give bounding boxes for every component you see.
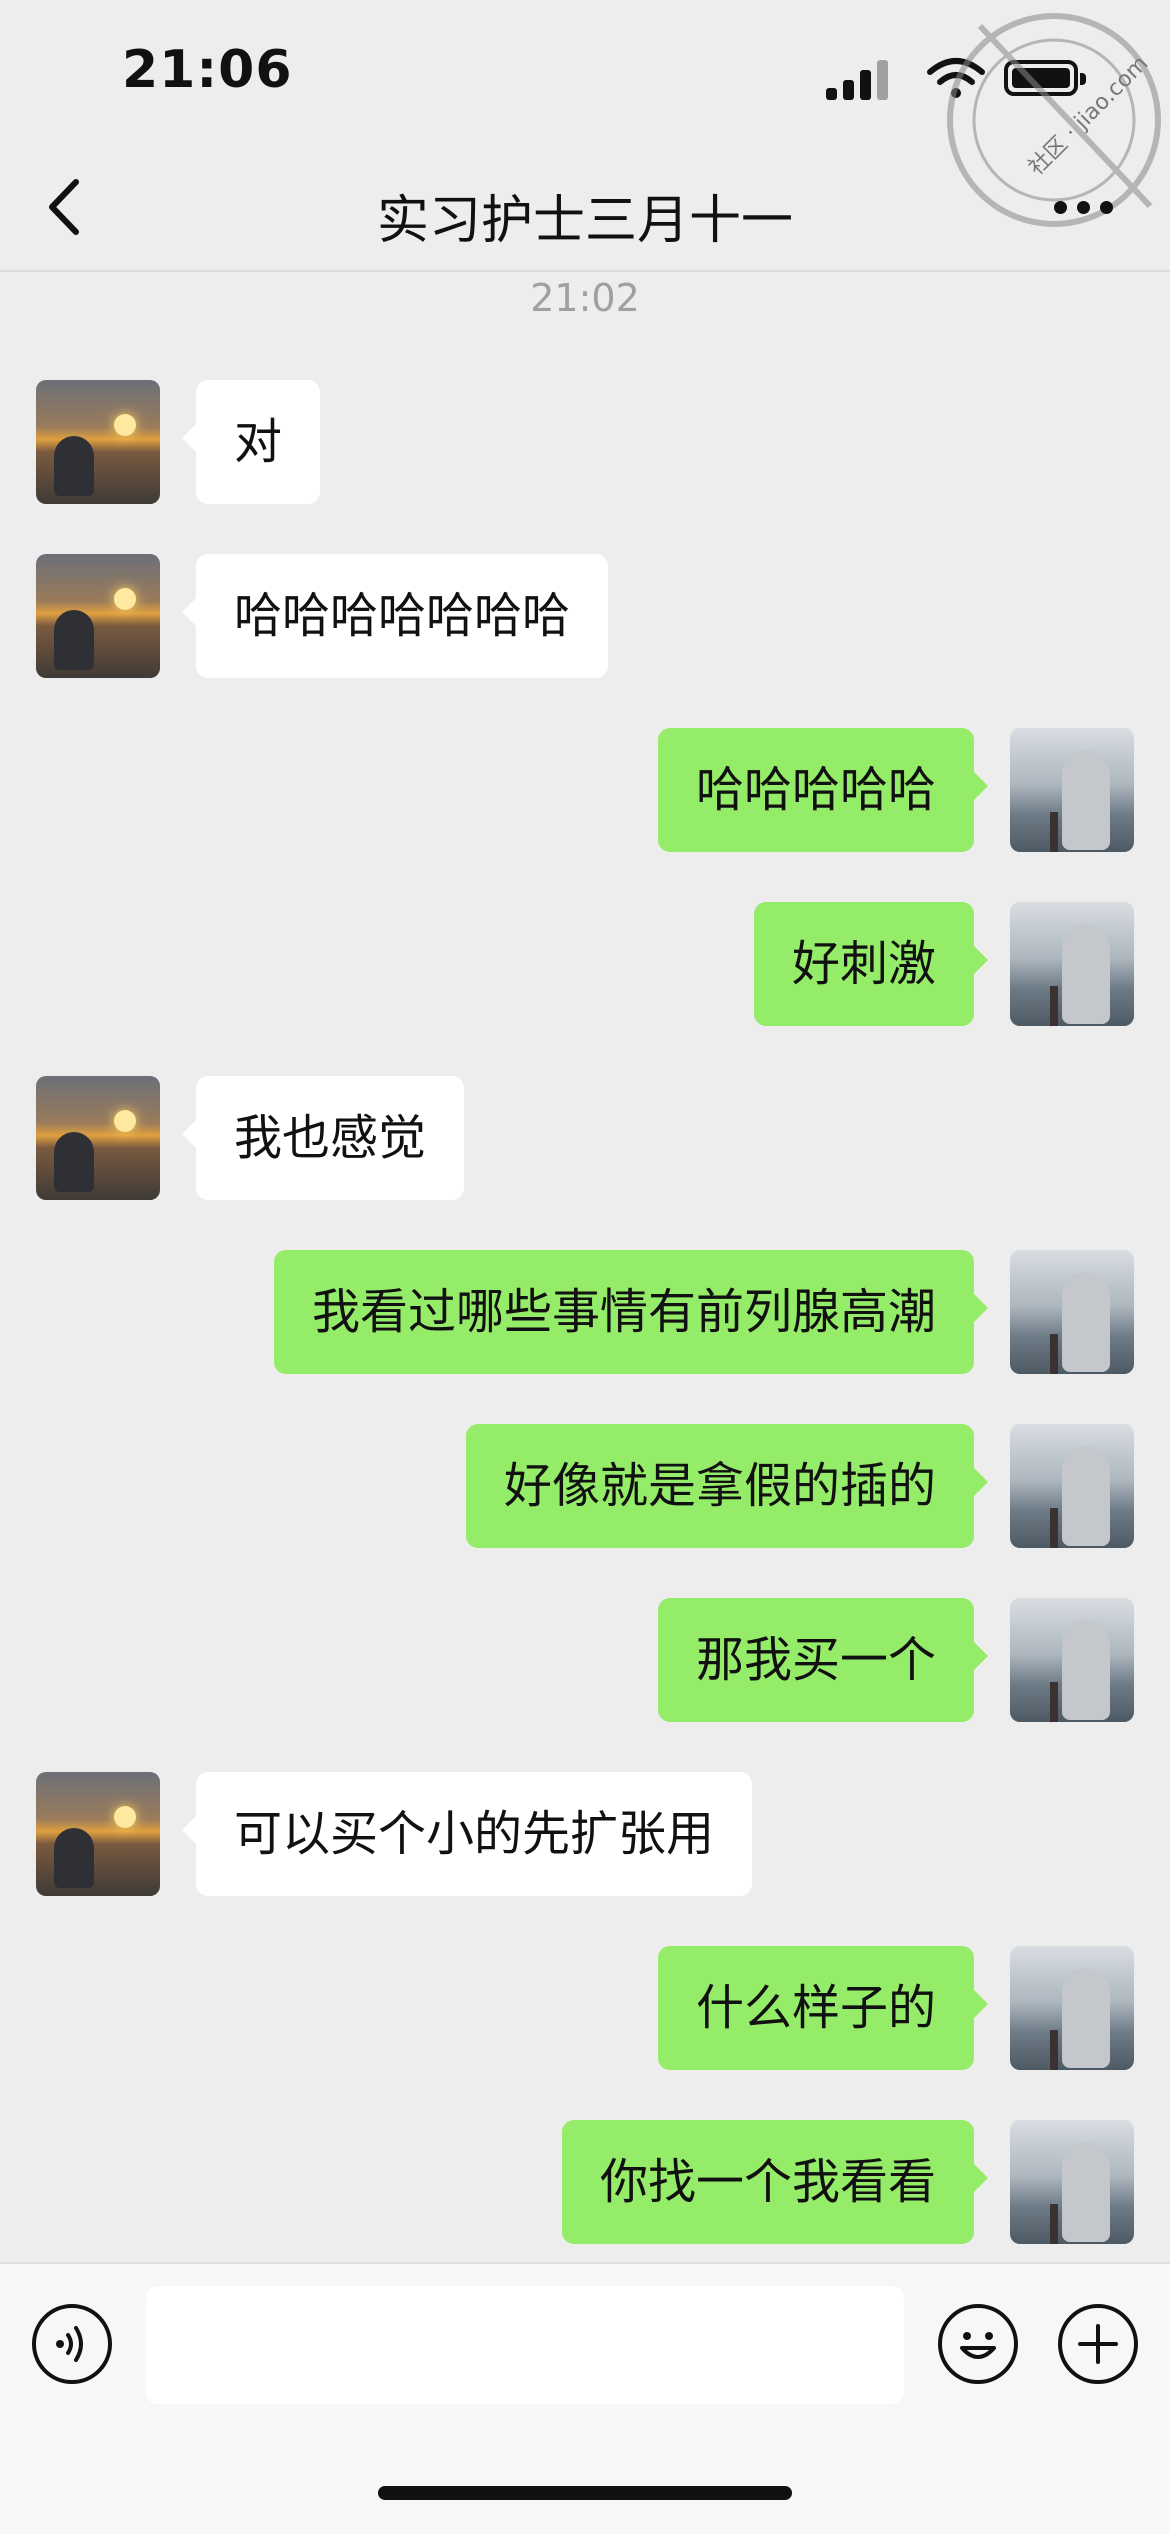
status-time: 21:06	[122, 40, 293, 100]
message-row: 好像就是拿假的插的	[0, 1424, 1170, 1548]
outgoing-message-bubble[interactable]: 哈哈哈哈哈	[657, 728, 989, 852]
outgoing-message-bubble[interactable]: 好像就是拿假的插的	[465, 1424, 989, 1548]
self-avatar[interactable]	[1010, 1250, 1134, 1374]
message-row: 什么样子的	[0, 1946, 1170, 2070]
outgoing-message-bubble[interactable]: 什么样子的	[657, 1946, 989, 2070]
chat-title: 实习护士三月十一	[376, 191, 793, 251]
self-avatar[interactable]	[1010, 902, 1134, 1026]
self-avatar[interactable]	[1010, 728, 1134, 852]
message-row: 那我买一个	[0, 1598, 1170, 1722]
outgoing-message-bubble[interactable]: 好刺激	[753, 902, 989, 1026]
message-row: 哈哈哈哈哈哈哈	[0, 554, 1170, 678]
incoming-message-bubble[interactable]: 对	[181, 380, 321, 504]
message-row: 你找一个我看看	[0, 2120, 1170, 2244]
message-row: 对	[0, 380, 1170, 504]
contact-avatar[interactable]	[36, 380, 160, 504]
message-row: 好刺激	[0, 902, 1170, 1026]
voice-icon[interactable]	[32, 2304, 112, 2384]
chat-header: 实习护士三月十一	[0, 150, 1170, 270]
message-row: 可以买个小的先扩张用	[0, 1772, 1170, 1896]
self-avatar[interactable]	[1010, 2120, 1134, 2244]
message-row: 我也感觉	[0, 1076, 1170, 1200]
self-avatar[interactable]	[1010, 1598, 1134, 1722]
self-avatar[interactable]	[1010, 1424, 1134, 1548]
header-divider	[0, 270, 1170, 272]
message-row: 我看过哪些事情有前列腺高潮	[0, 1250, 1170, 1374]
contact-avatar[interactable]	[36, 1076, 160, 1200]
plus-icon[interactable]	[1058, 2304, 1138, 2384]
self-avatar[interactable]	[1010, 1946, 1134, 2070]
cellular-signal-icon	[826, 56, 896, 100]
contact-avatar[interactable]	[36, 554, 160, 678]
more-dots-icon[interactable]	[1054, 198, 1114, 218]
emoji-icon[interactable]	[938, 2304, 1018, 2384]
message-row: 哈哈哈哈哈	[0, 728, 1170, 852]
home-indicator[interactable]	[378, 2486, 792, 2500]
incoming-message-bubble[interactable]: 可以买个小的先扩张用	[181, 1772, 753, 1896]
chat-timestamp: 21:02	[530, 276, 640, 320]
incoming-message-bubble[interactable]: 哈哈哈哈哈哈哈	[181, 554, 609, 678]
contact-avatar[interactable]	[36, 1772, 160, 1896]
incoming-message-bubble[interactable]: 我也感觉	[181, 1076, 465, 1200]
outgoing-message-bubble[interactable]: 我看过哪些事情有前列腺高潮	[273, 1250, 989, 1374]
outgoing-message-bubble[interactable]: 那我买一个	[657, 1598, 989, 1722]
message-text-input[interactable]	[146, 2286, 904, 2404]
outgoing-message-bubble[interactable]: 你找一个我看看	[561, 2120, 989, 2244]
